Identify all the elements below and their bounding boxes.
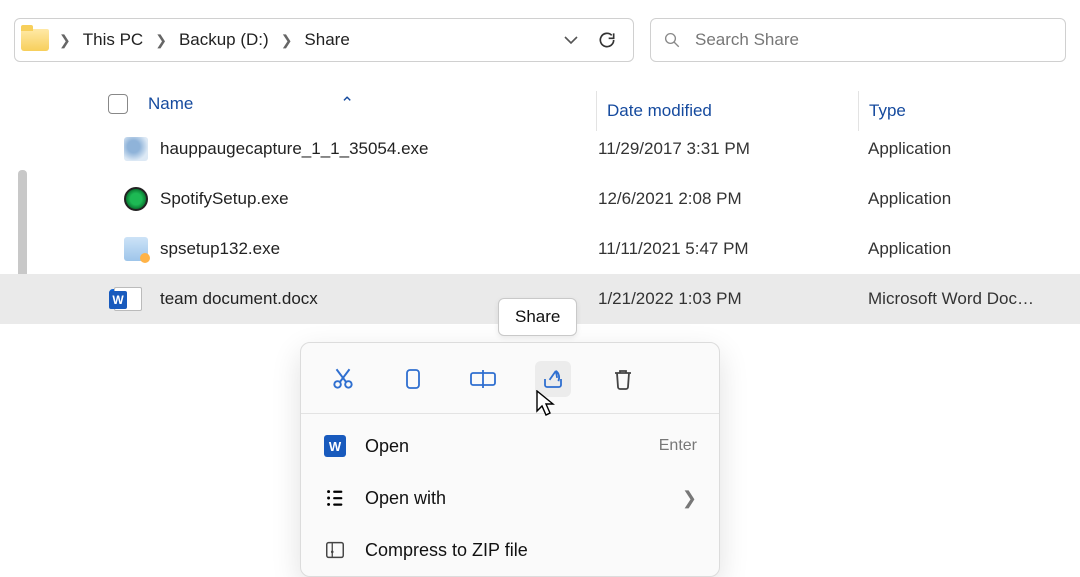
chevron-right-icon[interactable]: ❯ [55,32,75,49]
file-type-icon [114,287,142,311]
menu-item-label: Compress to ZIP file [365,540,697,561]
rename-icon [469,367,497,391]
copy-button[interactable] [395,361,431,397]
menu-item-label: Open with [365,488,664,509]
zip-icon [324,539,346,561]
column-header-name[interactable]: Name [148,84,193,124]
menu-item-open-with[interactable]: Open with ❯ [301,472,719,524]
cut-button[interactable] [325,361,361,397]
breadcrumb-segment[interactable]: This PC [79,30,147,50]
refresh-button[interactable] [591,24,623,56]
cut-icon [330,366,356,392]
file-date: 1/21/2022 1:03 PM [598,289,742,309]
chevron-right-icon[interactable]: ❯ [277,32,297,49]
breadcrumb-segment[interactable]: Backup (D:) [175,30,273,50]
chevron-right-icon: ❯ [682,488,697,509]
word-icon: W [324,435,346,457]
column-headers: Name ⌃ Date modified Type [0,84,1080,124]
menu-item-compress-to-zip-file[interactable]: Compress to ZIP file [301,524,719,576]
delete-button[interactable] [605,361,641,397]
file-type-icon [124,137,148,161]
file-name: SpotifySetup.exe [160,189,289,209]
menu-item-accelerator: Enter [659,437,697,455]
file-type-icon [124,187,148,211]
history-dropdown-button[interactable] [555,24,587,56]
file-row[interactable]: spsetup132.exe 11/11/2021 5:47 PM Applicat… [0,224,1080,274]
file-type: Application [868,139,1068,159]
file-type-icon [124,237,148,261]
file-name: team document.docx [160,289,318,309]
file-name: spsetup132.exe [160,239,280,259]
breadcrumb-segment[interactable]: Share [300,30,353,50]
file-row[interactable]: hauppaugecapture_1_1_35054.exe 11/29/2017… [0,124,1080,174]
folder-icon [21,29,49,51]
share-tooltip: Share [498,298,577,336]
rename-button[interactable] [465,361,501,397]
address-bar[interactable]: ❯ This PC ❯ Backup (D:) ❯ Share [14,18,634,62]
share-icon [540,367,566,391]
chevron-right-icon[interactable]: ❯ [151,32,171,49]
search-placeholder: Search Share [695,30,799,50]
share-button[interactable] [535,361,571,397]
select-all-checkbox[interactable] [108,94,128,114]
file-name: hauppaugecapture_1_1_35054.exe [160,139,428,159]
menu-separator [301,413,719,414]
delete-icon [611,366,635,392]
file-date: 11/29/2017 3:31 PM [598,139,750,159]
context-menu: W Open Enter Open with ❯ Compress to ZIP file [300,342,720,577]
file-type: Application [868,189,1068,209]
search-icon [663,31,681,49]
file-date: 12/6/2021 2:08 PM [598,189,742,209]
search-input[interactable]: Search Share [650,18,1066,62]
menu-item-label: Open [365,436,641,457]
copy-icon [401,366,425,392]
file-type: Microsoft Word Doc… [868,289,1068,309]
file-row[interactable]: SpotifySetup.exe 12/6/2021 2:08 PM Applica… [0,174,1080,224]
open-with-icon [324,487,346,509]
file-date: 11/11/2021 5:47 PM [598,239,749,259]
file-type: Application [868,239,1068,259]
sort-indicator-icon: ⌃ [340,84,354,124]
menu-item-open[interactable]: W Open Enter [301,420,719,472]
